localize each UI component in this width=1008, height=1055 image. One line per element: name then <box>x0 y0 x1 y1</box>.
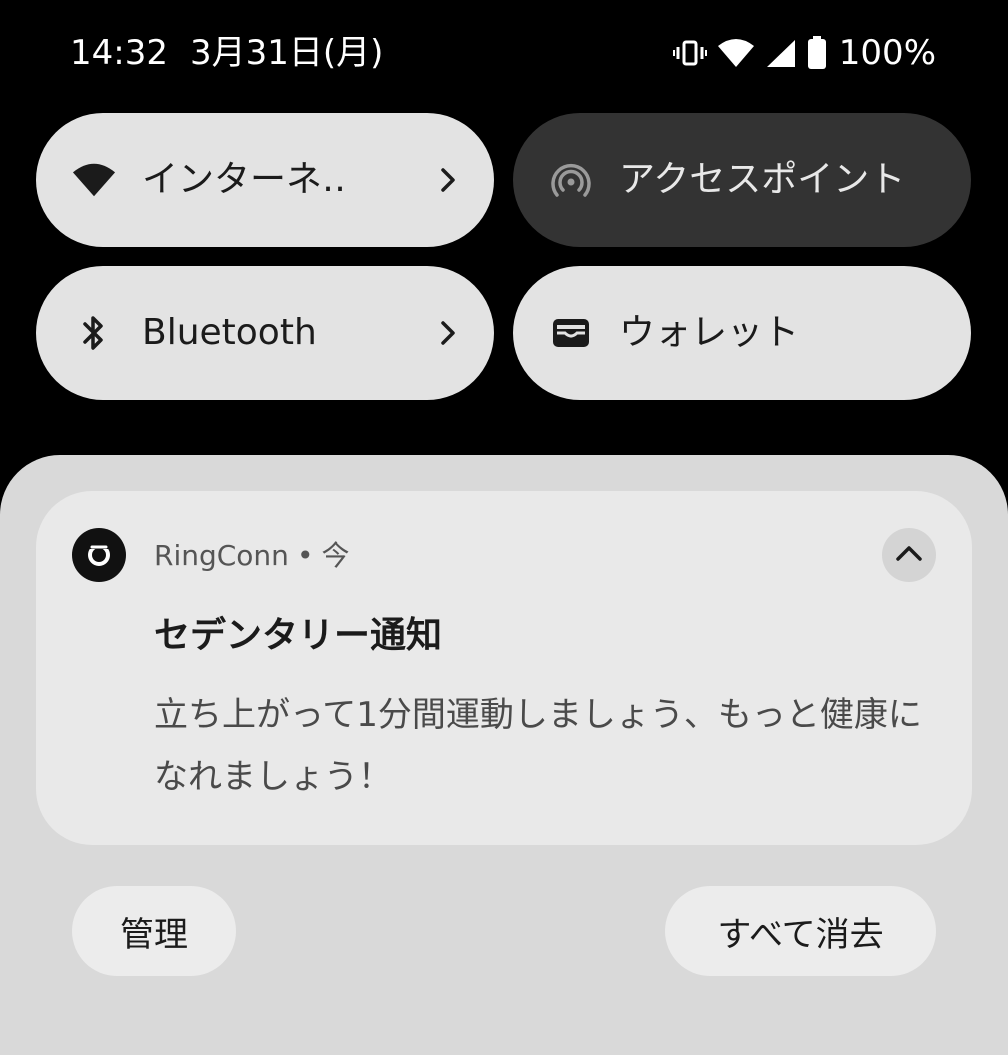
app-name: RingConn <box>154 539 289 572</box>
bluetooth-icon <box>72 311 116 355</box>
manage-button[interactable]: 管理 <box>72 886 236 976</box>
notification-time: 今 <box>321 539 350 572</box>
header-separator: • <box>296 539 314 572</box>
chevron-up-icon <box>894 543 924 567</box>
tile-internet-label: インターネ‥ <box>142 159 347 200</box>
chevron-right-icon[interactable] <box>432 164 464 196</box>
tile-hotspot[interactable]: アクセスポイント <box>513 113 971 247</box>
chevron-right-icon[interactable] <box>432 317 464 349</box>
tile-hotspot-label: アクセスポイント <box>619 159 906 200</box>
notification-title: セデンタリー通知 <box>154 615 443 656</box>
wifi-icon <box>72 158 116 202</box>
wallet-icon <box>549 311 593 355</box>
tile-wallet[interactable]: ウォレット <box>513 266 971 400</box>
notification-header: RingConn • 今 <box>154 536 349 576</box>
clear-all-button[interactable]: すべて消去 <box>665 886 936 976</box>
status-time: 14:32 <box>70 33 168 73</box>
collapse-button[interactable] <box>882 528 936 582</box>
tile-wallet-label: ウォレット <box>619 312 800 353</box>
wifi-icon <box>717 38 755 68</box>
battery-icon <box>807 36 827 70</box>
battery-percent: 100% <box>838 33 936 73</box>
tile-bluetooth[interactable]: Bluetooth <box>36 266 494 400</box>
notification-body: 立ち上がって1分間運動しましょう、もっと健康になれましょう！ <box>154 695 922 797</box>
vibrate-icon <box>672 38 707 68</box>
cell-signal-icon <box>765 38 797 68</box>
hotspot-icon <box>549 158 593 202</box>
status-date: 3月31日(月) <box>190 33 384 73</box>
ringconn-app-icon <box>72 528 126 582</box>
tile-bluetooth-label: Bluetooth <box>142 312 317 353</box>
tile-internet[interactable]: インターネ‥ <box>36 113 494 247</box>
status-icons: 100% <box>672 30 936 76</box>
